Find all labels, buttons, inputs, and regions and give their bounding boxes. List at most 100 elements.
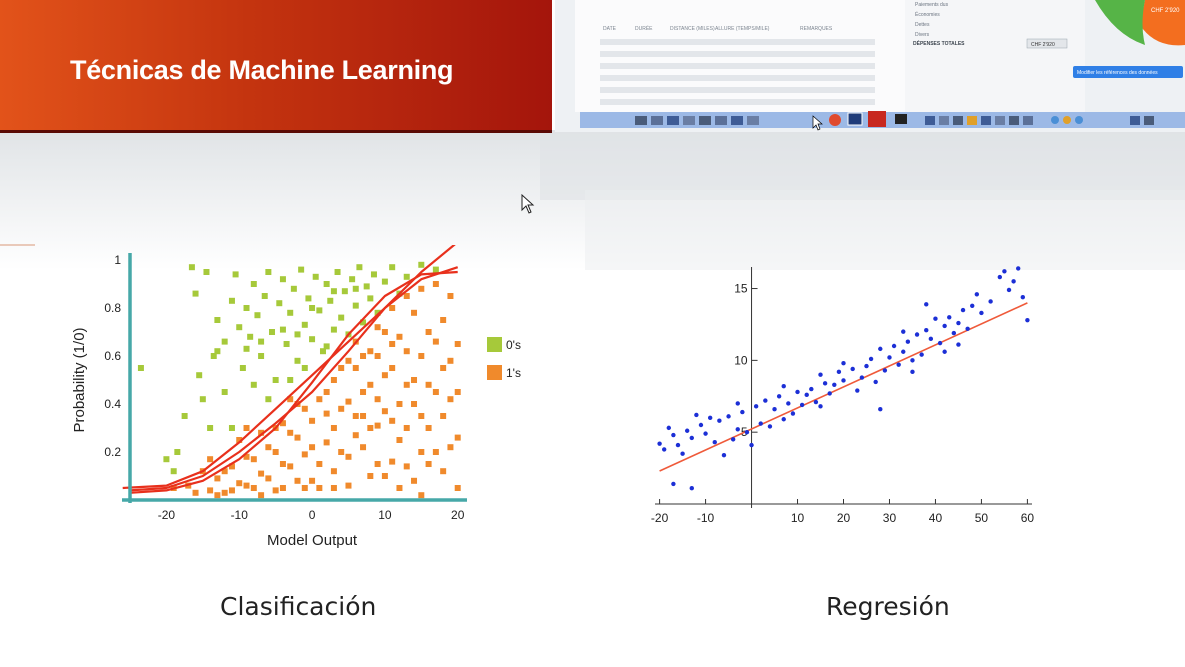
data-point-zero — [214, 348, 221, 355]
terminal-icon[interactable] — [895, 114, 907, 124]
taskbar-icon[interactable] — [1063, 116, 1071, 124]
app-icon[interactable] — [847, 112, 863, 126]
data-point-one — [411, 309, 418, 316]
data-point-one — [279, 461, 286, 467]
taskbar-icon[interactable] — [747, 116, 759, 125]
data-point — [868, 356, 874, 362]
taskbar-icon[interactable] — [1130, 116, 1140, 125]
data-point-one — [381, 473, 388, 479]
data-point — [726, 414, 731, 419]
data-point-zero — [265, 396, 272, 403]
data-point-one — [338, 365, 345, 371]
data-point-zero — [196, 372, 203, 379]
data-point-one — [432, 338, 439, 345]
data-point — [786, 401, 791, 406]
data-point-one — [389, 458, 396, 465]
data-point-zero — [269, 329, 276, 335]
taskbar-icon[interactable] — [981, 116, 991, 125]
taskbar-icon[interactable] — [683, 116, 695, 125]
data-point-zero — [279, 276, 286, 283]
data-point-zero — [137, 365, 144, 371]
data-point — [813, 399, 819, 405]
data-point — [905, 339, 911, 344]
data-point-one — [243, 482, 250, 489]
x-tick-label: -10 — [697, 511, 715, 525]
regression-line — [659, 302, 1028, 472]
data-point — [1016, 266, 1021, 271]
data-point — [974, 292, 980, 297]
data-point-zero — [301, 365, 308, 371]
data-point — [924, 302, 929, 307]
taskbar-icon[interactable] — [699, 116, 711, 125]
data-point-zero — [265, 269, 272, 275]
taskbar-icon[interactable] — [995, 116, 1005, 125]
data-point-zero — [298, 266, 305, 273]
data-point-one — [214, 475, 221, 482]
filezilla-icon[interactable] — [868, 111, 886, 127]
data-point-one — [294, 477, 301, 484]
data-point-zero — [250, 381, 257, 388]
data-point — [822, 381, 828, 386]
y-tick-label: 0.2 — [104, 445, 121, 459]
chrome-icon[interactable] — [829, 114, 841, 126]
data-point — [1011, 279, 1016, 284]
taskbar-icon[interactable] — [635, 116, 647, 125]
data-point-zero — [247, 333, 254, 340]
data-point-one — [272, 487, 279, 494]
data-point-one — [330, 377, 337, 383]
data-point-one — [396, 485, 403, 491]
data-point — [960, 307, 966, 313]
taskbar-icon[interactable] — [939, 116, 949, 125]
screen-side-label-4: Divers — [915, 32, 930, 38]
taskbar-icon[interactable] — [1051, 116, 1059, 124]
data-point-zero — [279, 326, 286, 333]
data-point-zero — [290, 285, 297, 292]
taskbar-icon[interactable] — [667, 116, 679, 125]
taskbar-icon[interactable] — [1009, 116, 1019, 125]
data-point-zero — [170, 468, 177, 475]
data-point — [832, 382, 837, 387]
taskbar-icon[interactable] — [1023, 116, 1033, 125]
data-point-one — [403, 293, 410, 299]
data-point-one — [352, 413, 359, 419]
data-point-one — [432, 449, 439, 455]
data-point-one — [330, 468, 337, 475]
data-point — [675, 442, 681, 448]
data-point — [841, 378, 846, 383]
data-point-zero — [418, 261, 425, 268]
data-point-zero — [294, 357, 301, 364]
taskbar-icon[interactable] — [731, 116, 743, 125]
data-point-zero — [287, 309, 294, 316]
data-point-one — [367, 381, 374, 388]
data-point-one — [425, 381, 432, 388]
data-point-zero — [312, 273, 319, 280]
data-point — [776, 394, 782, 399]
data-point — [937, 340, 943, 346]
data-point-zero — [199, 396, 206, 403]
data-point-one — [330, 485, 337, 491]
data-point-zero — [367, 295, 374, 302]
data-point — [818, 404, 823, 409]
taskbar-icon[interactable] — [967, 116, 977, 125]
title-banner: Técnicas de Machine Learning — [0, 0, 552, 133]
data-point — [988, 299, 993, 304]
data-point-one — [389, 341, 396, 347]
data-point-one — [389, 417, 396, 424]
taskbar-icon[interactable] — [715, 116, 727, 125]
data-point-zero — [323, 281, 330, 287]
data-point — [1002, 269, 1007, 274]
taskbar-icon[interactable] — [1144, 116, 1154, 125]
taskbar-icon[interactable] — [1075, 116, 1083, 124]
taskbar-icon[interactable] — [925, 116, 935, 125]
data-point — [859, 375, 865, 380]
data-point — [781, 417, 786, 422]
screen-header-remarques: REMARQUES — [800, 26, 833, 32]
data-point-one — [294, 434, 301, 441]
taskbar-icon[interactable] — [651, 116, 663, 125]
screen-total-value: CHF 2'920 — [1031, 42, 1055, 48]
data-point-one — [221, 489, 228, 496]
data-point — [767, 424, 773, 429]
taskbar-icon[interactable] — [953, 116, 963, 125]
data-point-one — [403, 463, 410, 470]
x-tick-label: 30 — [883, 511, 897, 525]
